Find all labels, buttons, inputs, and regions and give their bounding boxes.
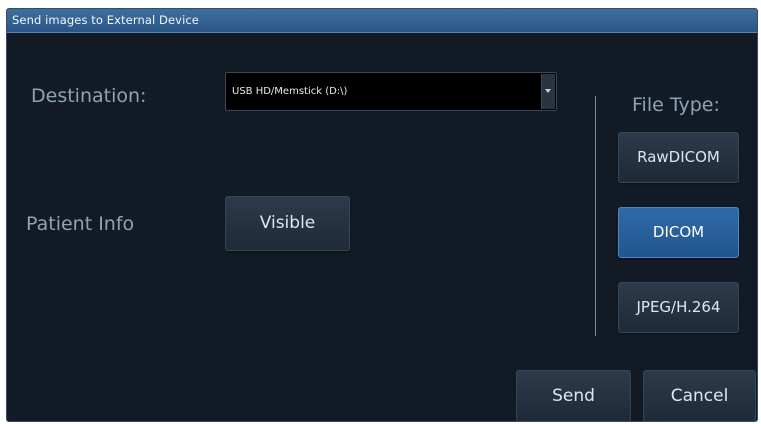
send-button[interactable]: Send [516, 370, 631, 421]
vertical-divider [595, 96, 596, 336]
dropdown-arrow-button[interactable] [541, 74, 555, 109]
cancel-button-label: Cancel [670, 386, 729, 406]
file-type-jpeg-h264-button[interactable]: JPEG/H.264 [618, 282, 739, 333]
file-type-dicom-button[interactable]: DICOM [618, 207, 739, 258]
destination-dropdown[interactable]: USB HD/Memstick (D:\) [225, 72, 557, 111]
patient-info-visible-button[interactable]: Visible [225, 196, 350, 251]
file-type-label: File Type: [632, 94, 720, 116]
dicom-button-label: DICOM [652, 223, 705, 241]
chevron-down-icon [545, 89, 551, 93]
patient-info-label: Patient Info [26, 213, 135, 235]
send-images-dialog: Send images to External Device Destinati… [6, 8, 758, 422]
jpeg-h264-button-label: JPEG/H.264 [636, 298, 721, 316]
file-type-rawdicom-button[interactable]: RawDICOM [618, 132, 739, 183]
send-button-label: Send [552, 386, 595, 406]
visible-button-label: Visible [259, 213, 316, 233]
rawdicom-button-label: RawDICOM [637, 148, 720, 166]
destination-label: Destination: [31, 85, 147, 107]
cancel-button[interactable]: Cancel [643, 370, 756, 421]
destination-selected-value: USB HD/Memstick (D:\) [232, 86, 348, 97]
dialog-titlebar[interactable]: Send images to External Device [7, 9, 757, 33]
dialog-title: Send images to External Device [12, 13, 199, 27]
